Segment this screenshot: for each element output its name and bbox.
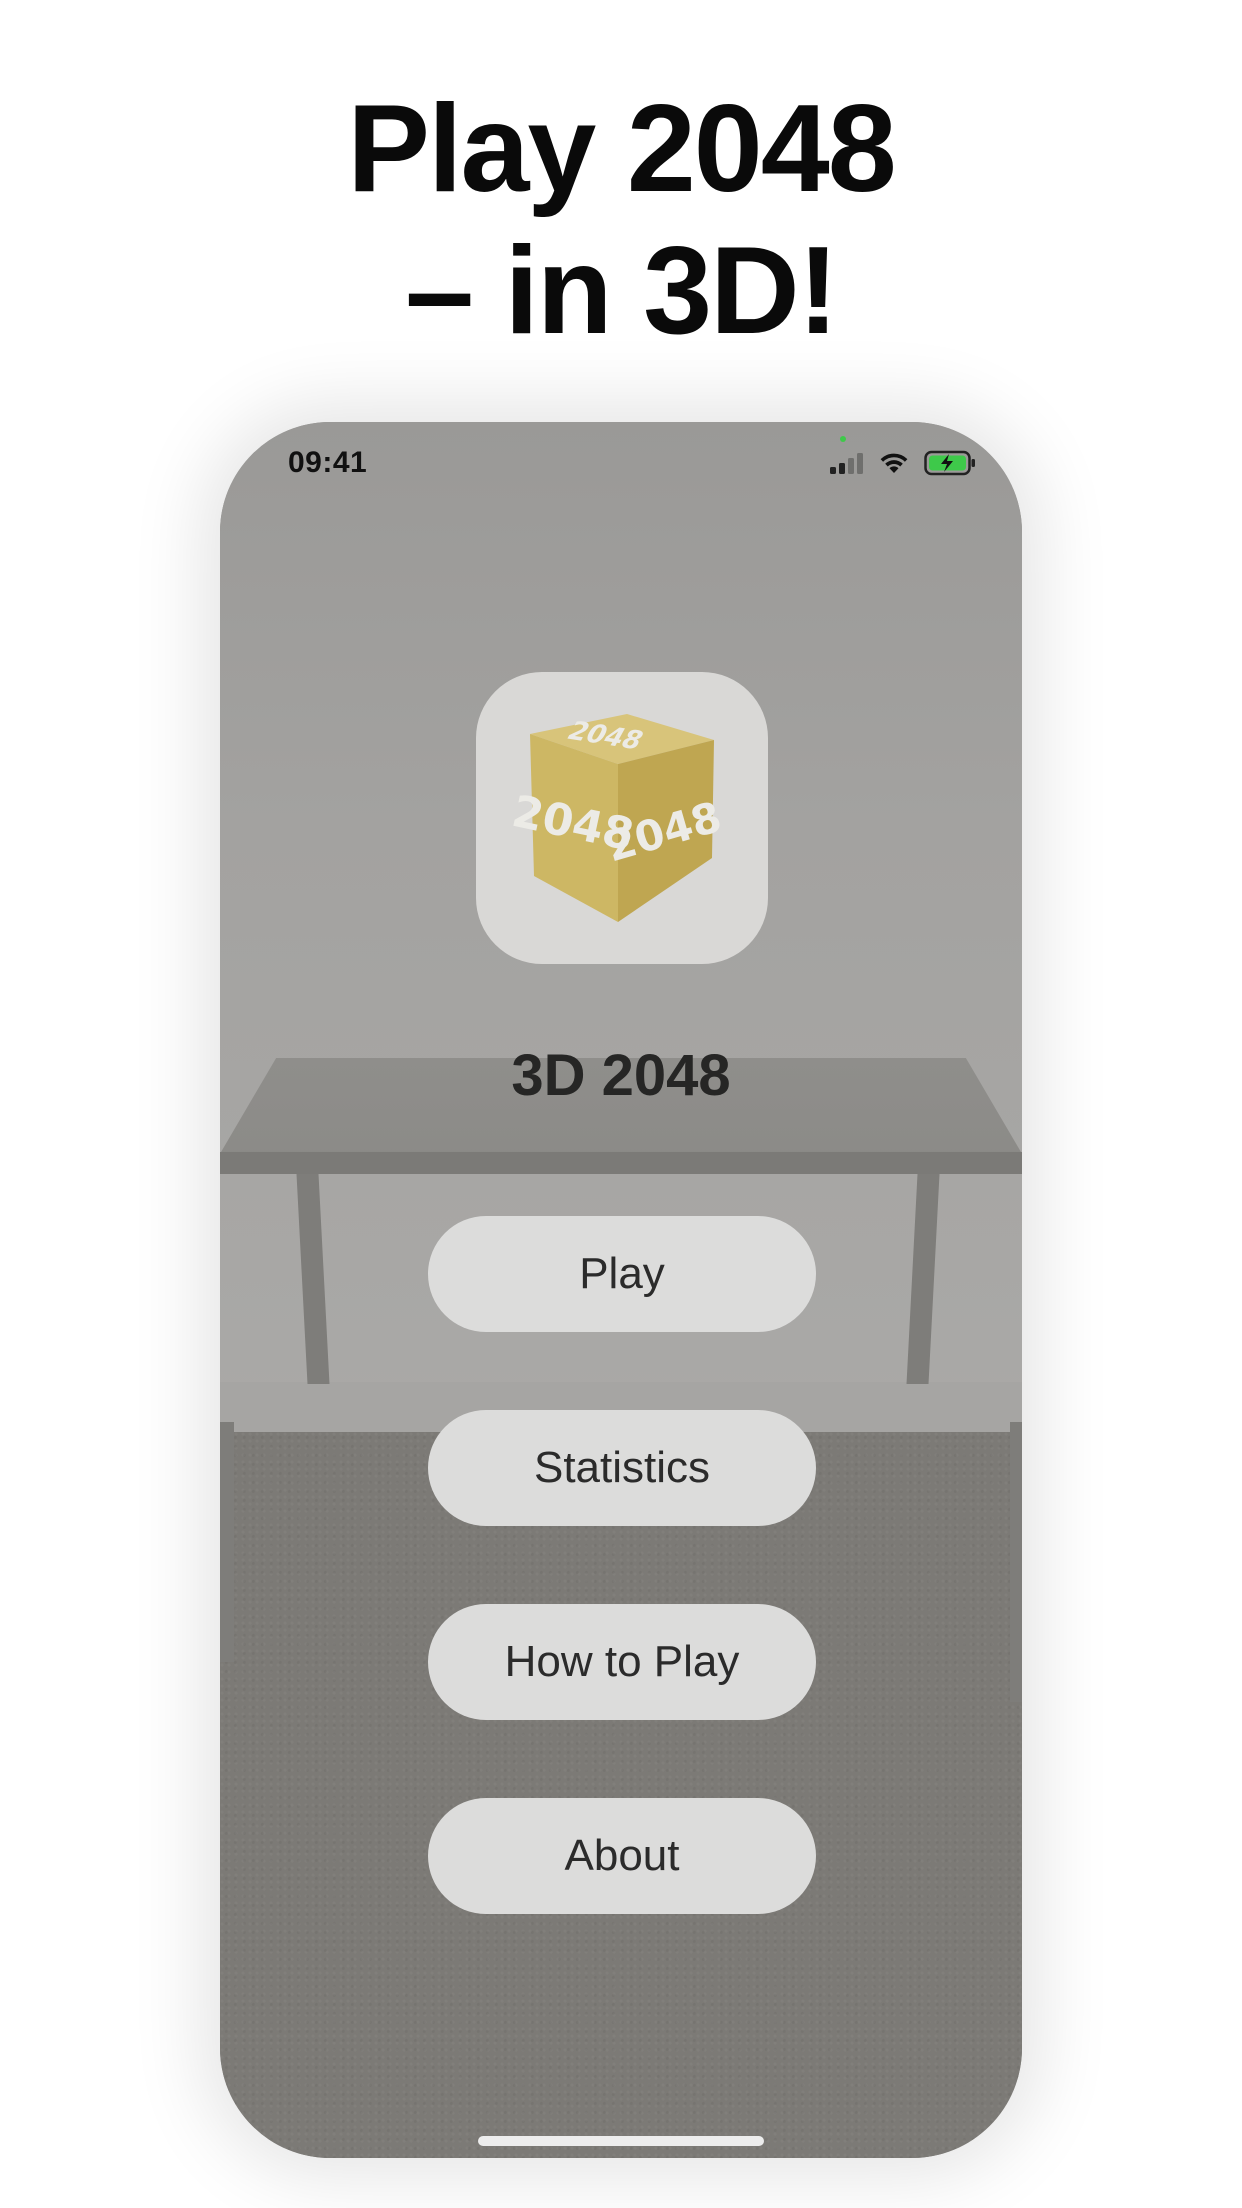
play-button[interactable]: Play <box>428 1216 816 1332</box>
status-bar: 09:41 <box>220 422 1022 512</box>
screenshot-page: Play 2048 – in 3D! 09:41 2048 2048 2048 … <box>0 0 1242 2208</box>
headline-line-1: Play 2048 <box>347 80 896 218</box>
wifi-icon <box>880 453 908 473</box>
table-edge <box>220 1152 1022 1174</box>
app-title: 3D 2048 <box>511 1043 731 1108</box>
2048-cube-icon: 2048 2048 2048 <box>476 672 768 964</box>
battery-charging-icon <box>924 450 975 476</box>
statistics-button[interactable]: Statistics <box>428 1410 816 1526</box>
table-leg <box>1010 1422 1022 1702</box>
status-time: 09:41 <box>288 446 368 479</box>
privacy-indicator-dot <box>840 436 846 442</box>
table-leg <box>220 1422 234 1662</box>
promo-headline: Play 2048 – in 3D! <box>0 78 1242 362</box>
cube-graphic: 2048 2048 2048 <box>512 714 727 922</box>
phone-screen: 09:41 2048 2048 2048 3D 2048 Play Statis… <box>220 422 1022 2158</box>
about-button[interactable]: About <box>428 1798 816 1914</box>
cellular-signal-icon <box>830 453 863 474</box>
status-icons <box>830 450 976 476</box>
how-to-play-button[interactable]: How to Play <box>428 1604 816 1720</box>
carpet-floor <box>220 1432 1022 2158</box>
headline-line-2: – in 3D! <box>405 222 839 360</box>
home-indicator[interactable] <box>478 2136 764 2146</box>
